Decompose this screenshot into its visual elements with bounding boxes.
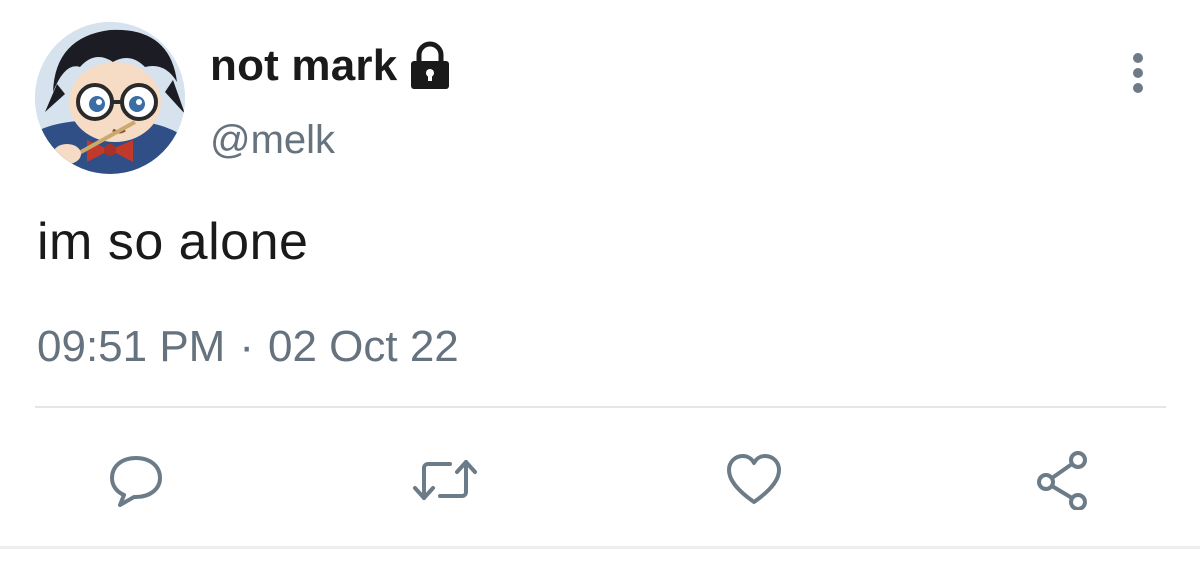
reply-icon xyxy=(110,456,162,507)
timestamp-separator: · xyxy=(239,322,254,371)
user-name-row: not mark xyxy=(210,38,453,94)
tweet-date: 02 Oct 22 xyxy=(268,322,459,371)
bottom-divider xyxy=(0,546,1200,549)
tweet-text: im so alone xyxy=(37,213,309,271)
reply-button[interactable] xyxy=(96,440,176,520)
like-button[interactable] xyxy=(714,440,794,520)
tweet-time: 09:51 PM xyxy=(37,322,226,371)
avatar[interactable] xyxy=(35,22,185,174)
display-name[interactable]: not mark xyxy=(210,41,397,91)
divider xyxy=(35,406,1166,408)
heart-icon xyxy=(727,454,781,504)
share-icon xyxy=(1037,451,1087,510)
retweet-button[interactable] xyxy=(405,440,485,520)
tweet-timestamp: 09:51 PM · 02 Oct 22 xyxy=(37,322,459,372)
avatar-image xyxy=(35,22,185,174)
tweet-card: not mark @melk im so alone 09:51 PM · 02… xyxy=(0,0,1200,565)
user-handle[interactable]: @melk xyxy=(210,118,335,163)
retweet-icon xyxy=(413,460,477,500)
more-vertical-icon[interactable] xyxy=(1124,52,1152,94)
action-bar xyxy=(0,440,1200,520)
share-button[interactable] xyxy=(1024,440,1104,520)
lock-icon xyxy=(407,41,453,91)
